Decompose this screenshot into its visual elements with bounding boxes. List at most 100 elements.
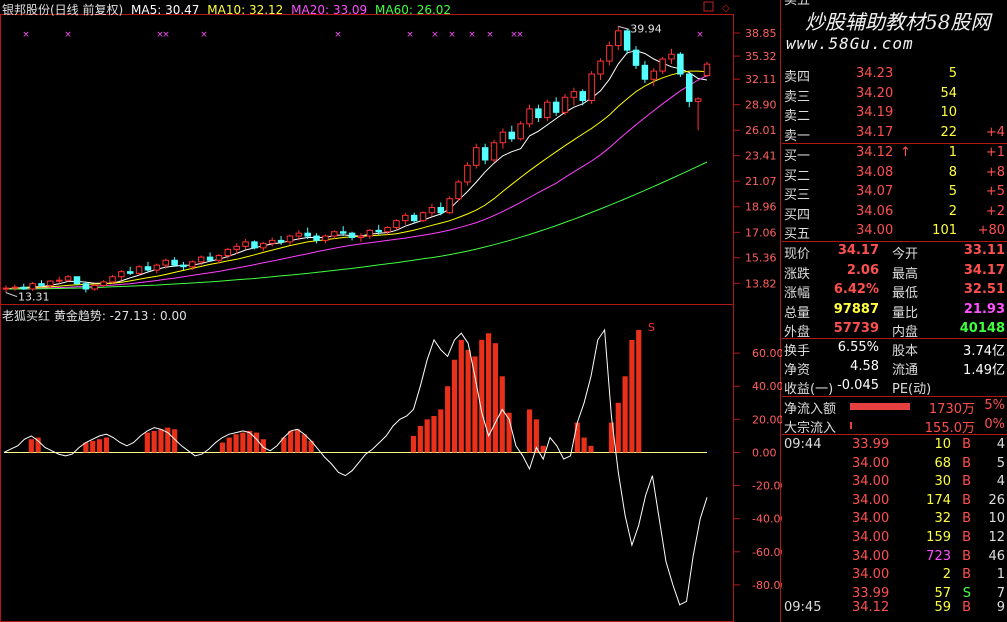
trend-bar bbox=[472, 356, 478, 453]
window-box-icon bbox=[703, 1, 714, 12]
buy-row: 买一 34.12 ↑ 1 +1 bbox=[782, 145, 1007, 164]
book-vol: 22 bbox=[940, 124, 957, 140]
candle-body bbox=[242, 241, 249, 247]
trend-bar bbox=[479, 339, 485, 453]
stat-label: 股本 bbox=[892, 344, 919, 359]
window-diamond-icon: ◇ bbox=[722, 3, 730, 14]
tick-bs: B bbox=[962, 455, 971, 471]
candle-body bbox=[118, 271, 125, 278]
candle-body bbox=[508, 131, 516, 140]
candle-body bbox=[481, 147, 489, 161]
tick-bs: B bbox=[962, 548, 971, 564]
trend-bar bbox=[410, 435, 417, 453]
candle-body bbox=[233, 245, 240, 250]
trend-bar bbox=[465, 349, 471, 453]
stat-label: 今开 bbox=[892, 247, 919, 262]
signal-mark: × bbox=[406, 30, 414, 40]
trend-line bbox=[3, 328, 708, 606]
candle-body bbox=[64, 276, 72, 281]
tick-count: 12 bbox=[988, 530, 1005, 545]
ind-axis-label: 20.00 bbox=[752, 413, 782, 426]
book-price: 34.07 bbox=[856, 184, 894, 199]
book-price: 34.12 bbox=[856, 145, 894, 160]
trend-bar bbox=[301, 434, 307, 453]
tick-price: 34.12 bbox=[852, 600, 890, 615]
tick-vol: 68 bbox=[934, 455, 951, 471]
stat-label: 净资 bbox=[784, 363, 811, 378]
tick-count: 1 bbox=[996, 567, 1005, 583]
tick-count: 4 bbox=[996, 437, 1005, 452]
book-vol: 5 bbox=[948, 66, 957, 81]
price-axis-label: 15.36 bbox=[745, 252, 777, 265]
watermark-url: www.58Gu.com bbox=[786, 34, 914, 53]
candle-body bbox=[366, 229, 374, 237]
high-price-label: 39.94 bbox=[630, 22, 662, 35]
tick-count: 26 bbox=[988, 492, 1005, 508]
candle-body bbox=[20, 286, 27, 290]
stat-label: 最低 bbox=[892, 286, 919, 301]
stat-row: 现价 34.17 今开 33.11 bbox=[782, 243, 1007, 262]
candle-body bbox=[597, 60, 604, 75]
trend-bar bbox=[28, 439, 34, 453]
tick-count: 4 bbox=[996, 474, 1005, 490]
tick-vol: 30 bbox=[934, 474, 951, 490]
trend-bar bbox=[151, 430, 157, 453]
ma20-legend: MA20: 33.09 bbox=[291, 3, 368, 17]
trend-bar bbox=[574, 422, 580, 453]
tick-price: 34.00 bbox=[852, 511, 890, 527]
price-axis-label: 13.82 bbox=[745, 277, 777, 290]
ind-axis-label: 60.00 bbox=[752, 347, 782, 360]
tick-bs: B bbox=[962, 530, 971, 545]
tick-vol: 32 bbox=[934, 511, 951, 527]
tick-price: 34.00 bbox=[852, 474, 890, 490]
book-label: 卖三 bbox=[784, 89, 811, 105]
candle-body bbox=[384, 227, 391, 233]
tick-bs: B bbox=[962, 492, 971, 508]
price-axis-label: 23.41 bbox=[745, 150, 777, 163]
book-label: 买三 bbox=[784, 188, 811, 203]
signal-mark: × bbox=[64, 30, 72, 40]
indicator-panel-frame bbox=[0, 304, 734, 622]
trend-bar bbox=[445, 386, 451, 453]
candle-body bbox=[277, 239, 285, 243]
candle-body bbox=[588, 73, 595, 102]
candle-body bbox=[437, 207, 445, 214]
candle-body bbox=[579, 91, 587, 102]
stat-value: 2.06 bbox=[846, 262, 879, 278]
stats2-divider bbox=[782, 338, 1007, 339]
flow-divider bbox=[782, 396, 1007, 397]
signal-mark: × bbox=[516, 30, 524, 40]
stats-divider bbox=[782, 241, 1007, 242]
buy-row: 买三 34.07 5 +5 bbox=[782, 184, 1007, 203]
book-vol: 8 bbox=[948, 164, 957, 180]
stat-value: 34.17 bbox=[963, 262, 1005, 278]
ind-axis-label: -80.00 bbox=[752, 579, 782, 592]
candle-body bbox=[446, 198, 453, 214]
tick-row: 34.00 723 B 46 bbox=[782, 549, 1007, 567]
candle-body bbox=[29, 283, 36, 290]
flow-pct: 5% bbox=[984, 398, 1005, 413]
flow-pct: 0% bbox=[984, 417, 1005, 432]
tick-row: 09:44 33.99 10 B 4 bbox=[782, 437, 1007, 455]
signal-mark: × bbox=[22, 30, 30, 40]
candle-body bbox=[73, 276, 81, 285]
candle-body bbox=[91, 284, 98, 290]
stat2-row: 收益(一) -0.045 PE(动) bbox=[782, 378, 1007, 397]
candle-body bbox=[632, 49, 640, 66]
tick-row: 34.00 174 B 26 bbox=[782, 493, 1007, 511]
price-axis-label: 21.07 bbox=[745, 175, 777, 188]
sell-row: 卖一 34.17 22 +4 bbox=[782, 124, 1007, 144]
trend-bar bbox=[588, 445, 594, 453]
stat-row: 总量 97887 量比 21.93 bbox=[782, 302, 1007, 321]
stat-label: 现价 bbox=[784, 247, 811, 262]
signal-mark: × bbox=[486, 30, 494, 40]
s-marker: S bbox=[648, 321, 655, 334]
tick-vol: 159 bbox=[926, 530, 951, 545]
trend-bar bbox=[526, 409, 533, 453]
tick-price: 33.99 bbox=[852, 437, 890, 452]
signal-mark: × bbox=[468, 30, 476, 40]
candle-body bbox=[552, 101, 560, 113]
stat-label: 量比 bbox=[892, 305, 919, 321]
stat-value: 40148 bbox=[959, 321, 1005, 336]
book-price: 34.00 bbox=[856, 223, 894, 238]
